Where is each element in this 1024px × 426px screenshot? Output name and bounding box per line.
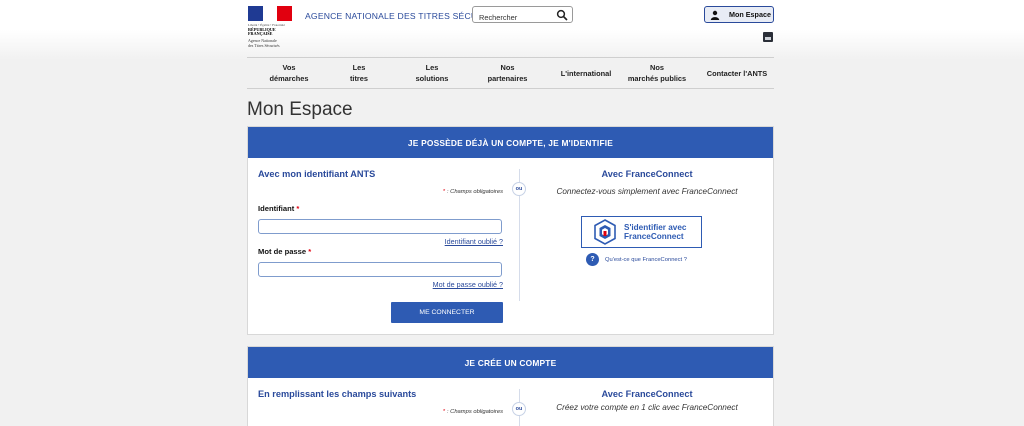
logo-agency-line2: des Titres Sécurisés	[248, 43, 280, 49]
nav-international[interactable]: L'international	[551, 68, 621, 79]
nav-nos-partenaires[interactable]: Nos partenaires	[480, 62, 535, 84]
help-question-icon: ?	[586, 253, 599, 266]
password-label: Mot de passe *	[258, 247, 312, 256]
franceconnect-button-label: S'identifier avec FranceConnect	[624, 223, 687, 241]
create-form-title: En remplissant les champs suivants	[258, 389, 417, 399]
search-box	[472, 6, 573, 25]
identifiant-field[interactable]	[258, 219, 502, 234]
mon-espace-button[interactable]: Mon Espace	[704, 6, 774, 23]
main-nav: Vos démarches Les titres Les solutions N…	[247, 57, 774, 89]
franceconnect-button[interactable]: S'identifier avec FranceConnect	[581, 216, 702, 248]
nav-contacter-ants[interactable]: Contacter l'ANTS	[700, 68, 774, 79]
ou-separator: ou	[512, 182, 526, 196]
nav-vos-demarches[interactable]: Vos démarches	[264, 62, 314, 84]
create-form-section: En remplissant les champs suivants * : C…	[258, 389, 503, 415]
republique-francaise-logo[interactable]: Liberté • Égalité • Fraternité RÉPUBLIQU…	[248, 6, 294, 50]
fc-create-title: Avec FranceConnect	[601, 389, 693, 399]
franceconnect-logo-icon	[594, 219, 616, 245]
create-panel-header: JE CRÉE UN COMPTE	[248, 347, 773, 378]
nav-marches-publics[interactable]: Nos marchés publics	[622, 62, 692, 84]
password-forgot-link[interactable]: Mot de passe oublié ?	[258, 280, 503, 289]
ants-login-section: Avec mon identifiant ANTS * : Champs obl…	[258, 169, 503, 289]
fc-login-title: Avec FranceConnect	[601, 169, 693, 179]
franceconnect-login-section: Avec FranceConnect Connectez-vous simple…	[531, 169, 763, 196]
search-icon[interactable]	[556, 9, 568, 21]
login-panel: JE POSSÈDE DÉJÀ UN COMPTE, JE M'IDENTIFI…	[247, 126, 774, 335]
login-panel-header: JE POSSÈDE DÉJÀ UN COMPTE, JE M'IDENTIFI…	[248, 127, 773, 158]
search-input[interactable]	[473, 10, 549, 25]
required-note: * : Champs obligatoires	[443, 409, 503, 415]
franceconnect-help-link[interactable]: ? Qu'est-ce que FranceConnect ?	[586, 253, 687, 266]
ants-login-title: Avec mon identifiant ANTS	[258, 169, 376, 179]
mon-espace-label: Mon Espace	[729, 10, 771, 19]
logo-republic: RÉPUBLIQUE FRANÇAISE	[248, 27, 276, 37]
ou-separator: ou	[512, 402, 526, 416]
create-account-panel: JE CRÉE UN COMPTE En remplissant les cha…	[247, 346, 774, 426]
fc-create-subtitle: Créez votre compte en 1 clic avec France…	[556, 403, 738, 412]
page-title: Mon Espace	[247, 99, 353, 120]
franceconnect-create-section: Avec FranceConnect Créez votre compte en…	[531, 389, 763, 412]
nav-les-solutions[interactable]: Les solutions	[407, 62, 457, 84]
connect-button[interactable]: ME CONNECTER	[391, 302, 503, 323]
fc-help-text: Qu'est-ce que FranceConnect ?	[605, 256, 687, 263]
identifiant-forgot-link[interactable]: Identifiant oublié ?	[258, 237, 503, 246]
password-field[interactable]	[258, 262, 502, 277]
youtube-icon[interactable]	[763, 32, 773, 42]
marianne-flag-icon	[248, 6, 293, 21]
fc-login-subtitle: Connectez-vous simplement avec FranceCon…	[556, 187, 738, 196]
identifiant-label: Identifiant *	[258, 204, 300, 213]
required-note: * : Champs obligatoires	[443, 189, 503, 195]
user-icon	[710, 10, 720, 20]
nav-les-titres[interactable]: Les titres	[338, 62, 380, 84]
